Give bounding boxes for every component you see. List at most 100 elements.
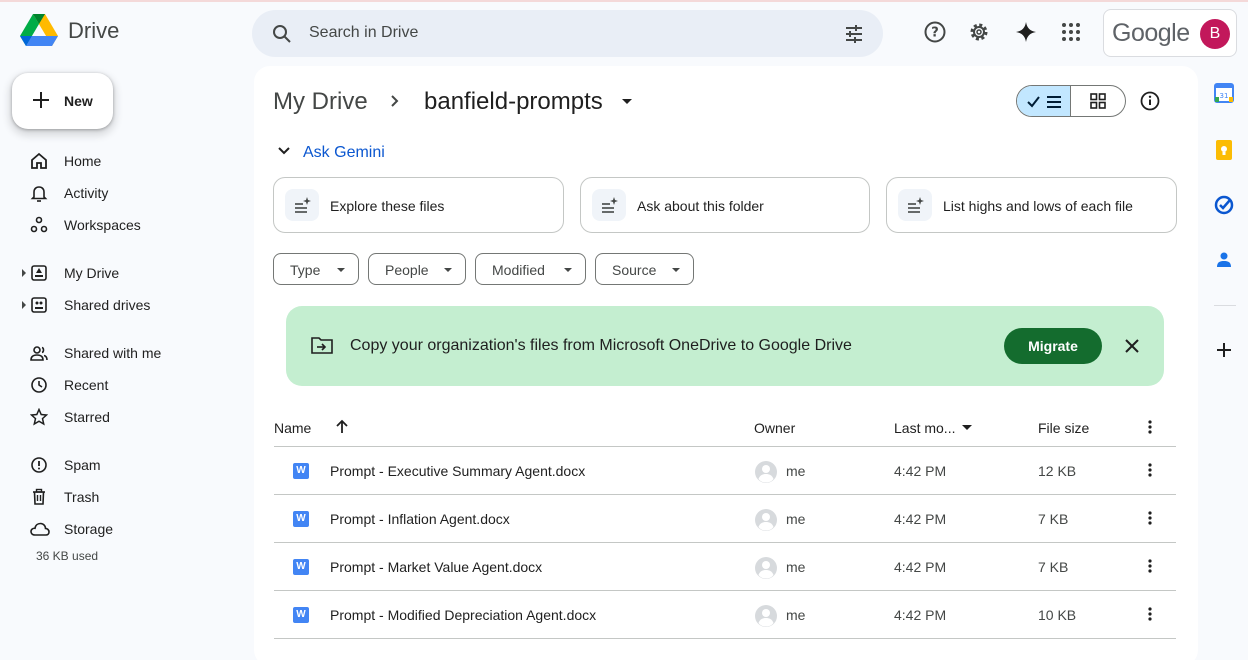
sidebar-item-workspaces[interactable]: Workspaces: [20, 209, 240, 241]
search-bar[interactable]: Search in Drive: [252, 10, 883, 57]
filter-people[interactable]: People: [368, 253, 466, 285]
sidebar-item-label: Shared with me: [64, 345, 162, 361]
suggestion-label: Explore these files: [330, 198, 445, 214]
more-vert-icon[interactable]: [1148, 558, 1152, 574]
file-size: 7 KB: [1038, 511, 1069, 527]
add-addon-icon[interactable]: [1214, 340, 1234, 360]
storage-used-text: 36 KB used: [36, 549, 99, 563]
sidebar-item-storage[interactable]: Storage: [20, 513, 240, 545]
sort-ascending-icon[interactable]: [335, 419, 349, 435]
home-icon: [31, 152, 47, 169]
more-vert-icon[interactable]: [1148, 510, 1152, 526]
chevron-down-icon[interactable]: [276, 143, 292, 159]
sparkle-list-icon: [592, 189, 626, 221]
sidebar-item-starred[interactable]: Starred: [20, 401, 240, 433]
apps-grid-icon[interactable]: [1059, 20, 1083, 44]
list-view-button[interactable]: [1017, 86, 1072, 116]
table-row[interactable]: W Prompt - Modified Depreciation Agent.d…: [274, 591, 1176, 639]
tasks-icon[interactable]: [1214, 195, 1234, 215]
search-icon[interactable]: [270, 22, 294, 46]
dropdown-arrow-icon: [672, 268, 680, 272]
sidebar-item-shared-drives[interactable]: Shared drives: [20, 289, 240, 321]
gemini-suggestion-chip[interactable]: Explore these files: [273, 177, 564, 233]
chevron-right-icon: [391, 95, 399, 107]
dropdown-arrow-icon: [564, 268, 572, 272]
table-row[interactable]: W Prompt - Inflation Agent.docx me 4:42 …: [274, 495, 1176, 543]
filter-modified[interactable]: Modified: [475, 253, 586, 285]
grid-view-button[interactable]: [1071, 86, 1125, 116]
ask-gemini-toggle[interactable]: Ask Gemini: [303, 144, 385, 162]
expand-caret-icon[interactable]: [21, 269, 27, 277]
info-icon[interactable]: [1139, 90, 1161, 112]
help-icon[interactable]: ?: [923, 20, 947, 44]
sidebar-item-my-drive[interactable]: My Drive: [20, 257, 240, 289]
trash-icon: [33, 488, 45, 505]
filter-label: People: [385, 262, 429, 278]
gemini-suggestion-chip[interactable]: List highs and lows of each file: [886, 177, 1177, 233]
word-doc-icon: W: [293, 559, 309, 575]
account-switcher[interactable]: Google B: [1103, 9, 1237, 57]
word-doc-icon: W: [293, 607, 309, 623]
sidebar-item-spam[interactable]: Spam: [20, 449, 240, 481]
top-border: [0, 0, 1248, 2]
column-header-name[interactable]: Name: [274, 420, 311, 436]
word-doc-icon: W: [293, 463, 309, 479]
sidebar-item-home[interactable]: Home: [20, 145, 240, 177]
more-vert-icon[interactable]: [1148, 606, 1152, 622]
svg-text:?: ?: [931, 26, 939, 41]
sparkle-list-icon: [898, 189, 932, 221]
sidebar-item-recent[interactable]: Recent: [20, 369, 240, 401]
filter-type[interactable]: Type: [273, 253, 359, 285]
sidebar-item-label: Spam: [64, 457, 101, 473]
dropdown-arrow-icon: [337, 268, 345, 272]
owner-avatar-icon: [755, 557, 777, 579]
more-vert-icon[interactable]: [1148, 419, 1152, 435]
column-header-owner[interactable]: Owner: [754, 420, 795, 436]
close-icon[interactable]: [1124, 338, 1140, 354]
calendar-icon[interactable]: 31: [1214, 83, 1234, 103]
filter-source[interactable]: Source: [595, 253, 694, 285]
breadcrumb-my-drive[interactable]: My Drive: [273, 88, 368, 116]
suggestion-label: List highs and lows of each file: [943, 198, 1133, 214]
contacts-icon[interactable]: [1214, 250, 1234, 270]
table-row[interactable]: W Prompt - Market Value Agent.docx me 4:…: [274, 543, 1176, 591]
app-title: Drive: [68, 18, 120, 43]
sidebar-item-label: Trash: [64, 489, 100, 505]
keep-icon[interactable]: [1214, 140, 1234, 160]
more-vert-icon[interactable]: [1148, 462, 1152, 478]
sidebar-item-trash[interactable]: Trash: [20, 481, 240, 513]
file-modified: 4:42 PM: [894, 463, 947, 479]
file-name[interactable]: Prompt - Modified Depreciation Agent.doc…: [330, 607, 596, 623]
avatar[interactable]: B: [1200, 19, 1230, 49]
file-owner: me: [786, 463, 806, 479]
table-row[interactable]: W Prompt - Executive Summary Agent.docx …: [274, 447, 1176, 495]
view-toggle[interactable]: [1016, 85, 1126, 117]
breadcrumb-current-folder[interactable]: banfield-prompts: [424, 88, 603, 116]
dropdown-arrow-icon: [444, 268, 452, 272]
drive-logo[interactable]: Drive: [20, 14, 119, 48]
folder-menu-dropdown-icon[interactable]: [621, 98, 633, 106]
sidebar-item-label: Storage: [64, 521, 114, 537]
sidebar-item-label: Workspaces: [64, 217, 141, 233]
migrate-button[interactable]: Migrate: [1004, 328, 1102, 364]
workspaces-icon: [30, 216, 48, 233]
file-name[interactable]: Prompt - Inflation Agent.docx: [330, 511, 510, 527]
search-input[interactable]: Search in Drive: [309, 24, 418, 42]
file-owner: me: [786, 511, 806, 527]
gemini-icon[interactable]: [1014, 20, 1038, 44]
sidebar-item-shared-with-me[interactable]: Shared with me: [20, 337, 240, 369]
new-button[interactable]: New: [12, 73, 113, 129]
file-name[interactable]: Prompt - Market Value Agent.docx: [330, 559, 542, 575]
dropdown-arrow-icon[interactable]: [962, 425, 972, 431]
clock-icon: [31, 377, 47, 393]
word-doc-icon: W: [293, 511, 309, 527]
column-header-file-size[interactable]: File size: [1038, 420, 1089, 436]
sidebar-item-activity[interactable]: Activity: [20, 177, 240, 209]
settings-icon[interactable]: [967, 20, 991, 44]
column-header-last-modified[interactable]: Last mo...: [894, 420, 955, 436]
gemini-suggestion-chip[interactable]: Ask about this folder: [580, 177, 870, 233]
owner-avatar-icon: [755, 509, 777, 531]
expand-caret-icon[interactable]: [21, 301, 27, 309]
search-options-icon[interactable]: [843, 23, 865, 45]
file-name[interactable]: Prompt - Executive Summary Agent.docx: [330, 463, 585, 479]
